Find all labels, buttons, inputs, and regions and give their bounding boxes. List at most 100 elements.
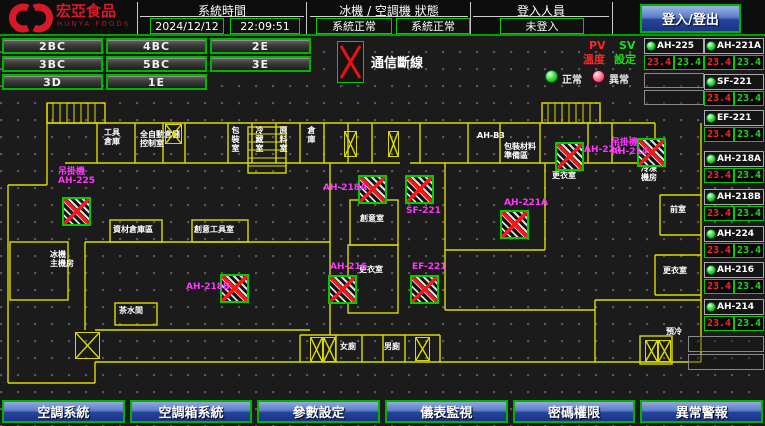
unit-button-ef-221[interactable]: EF-221 <box>704 110 764 126</box>
room-label: 男廁 <box>384 342 400 351</box>
room-label: 創意室 <box>360 214 384 223</box>
unit-run-lamp-icon <box>646 41 656 51</box>
equipment-label-ah-221a: AH-221A <box>504 199 548 208</box>
shaft-icon <box>658 340 671 362</box>
unit-pv-value: 23.4 <box>704 243 734 258</box>
shaft-icon <box>344 131 357 157</box>
shaft-icon <box>415 337 430 361</box>
ahu-icon-ah-216[interactable] <box>328 275 357 304</box>
nav-button-1[interactable]: 空調箱系統 <box>130 400 253 423</box>
room-label: 工具 倉庫 <box>104 128 120 146</box>
unit-sv-value: 23.4 <box>734 279 764 294</box>
equipment-label-ah-216: AH-216 <box>330 263 367 272</box>
room-label: 前室 <box>670 205 686 214</box>
unit-values: 23.423.4 <box>704 168 764 183</box>
unit-values: 23.423.4 <box>704 91 764 106</box>
equipment-label-sf-221: SF-221 <box>406 207 441 216</box>
ahu-icon-sf-221[interactable] <box>405 175 434 204</box>
unit-button-ah-216[interactable]: AH-216 <box>704 262 764 278</box>
unit-run-lamp-icon <box>706 302 716 312</box>
unit-button-ah-218a[interactable]: AH-218A <box>704 151 764 167</box>
unit-button-ah-224[interactable]: AH-224 <box>704 226 764 242</box>
empty-unit-slot <box>688 354 764 370</box>
unit-pv-value: 23.4 <box>704 168 734 183</box>
unit-name-label: AH-225 <box>657 41 694 51</box>
unit-name-label: EF-221 <box>717 113 752 123</box>
shaft-icon <box>310 337 323 362</box>
unit-sv-value: 23.4 <box>734 316 764 331</box>
unit-values: 23.423.4 <box>704 243 764 258</box>
ahu-icon-ah-221a[interactable] <box>500 210 529 239</box>
shaft-icon <box>645 340 658 362</box>
unit-run-lamp-icon <box>706 113 716 123</box>
unit-pv-value: 23.4 <box>704 55 734 70</box>
unit-run-lamp-icon <box>706 265 716 275</box>
unit-pv-value: 23.4 <box>704 127 734 142</box>
unit-values: 23.423.4 <box>704 127 764 142</box>
ahu-icon-ah-224[interactable] <box>555 142 584 171</box>
unit-pv-value: 23.4 <box>704 206 734 221</box>
room-label: 預冷 <box>666 327 682 336</box>
unit-button-ah-214[interactable]: AH-214 <box>704 299 764 315</box>
unit-run-lamp-icon <box>706 77 716 87</box>
room-label: 女廁 <box>340 342 356 351</box>
ahu-icon-ah-225[interactable] <box>62 197 91 226</box>
unit-run-lamp-icon <box>706 154 716 164</box>
room-label: 包裝室 <box>231 126 240 153</box>
nav-button-4[interactable]: 密碼權限 <box>513 400 636 423</box>
unit-name-label: AH-218B <box>717 192 761 202</box>
nav-button-3[interactable]: 儀表監視 <box>385 400 508 423</box>
shaft-icon <box>165 124 182 144</box>
unit-run-lamp-icon <box>706 229 716 239</box>
equipment-label-ef-221: EF-221 <box>412 263 447 272</box>
unit-name-label: AH-221A <box>717 41 761 51</box>
unit-sv-value: 23.4 <box>734 91 764 106</box>
shaft-icon <box>323 337 336 362</box>
unit-values: 23.423.4 <box>704 279 764 294</box>
empty-unit-slot <box>688 336 764 352</box>
room-label: 創意工具室 <box>194 225 234 234</box>
unit-sv-value: 23.4 <box>674 55 704 70</box>
unit-sv-value: 23.4 <box>734 168 764 183</box>
equipment-label-ah-218b: AH-218B <box>186 283 230 292</box>
unit-button-ah-221a[interactable]: AH-221A <box>704 38 764 54</box>
empty-unit-slot <box>644 73 704 88</box>
unit-pv-value: 23.4 <box>644 55 674 70</box>
room-label: 包裝材料 準備區 <box>504 142 536 160</box>
unit-button-ah-225[interactable]: AH-225 <box>644 38 704 54</box>
unit-values: 23.423.4 <box>704 316 764 331</box>
empty-unit-slot <box>644 90 704 105</box>
unit-run-lamp-icon <box>706 41 716 51</box>
unit-values: 23.423.4 <box>644 55 704 70</box>
unit-pv-value: 23.4 <box>704 91 734 106</box>
equipment-label-ah-214: 吊掛機 AH-214 <box>611 139 648 157</box>
room-label: 茶水間 <box>119 306 143 315</box>
unit-button-sf-221[interactable]: SF-221 <box>704 74 764 90</box>
room-label: 冷藏室 <box>255 126 264 153</box>
room-label: 倉庫 <box>307 126 316 144</box>
unit-pv-value: 23.4 <box>704 279 734 294</box>
ahu-icon-ef-221[interactable] <box>410 275 439 304</box>
nav-button-5[interactable]: 異常警報 <box>640 400 763 423</box>
unit-run-lamp-icon <box>706 192 716 202</box>
shaft-icon <box>75 332 100 359</box>
unit-name-label: AH-216 <box>717 265 754 275</box>
unit-name-label: AH-214 <box>717 302 754 312</box>
unit-values: 23.423.4 <box>704 55 764 70</box>
room-label: 原料室 <box>279 126 288 153</box>
unit-button-ah-218b[interactable]: AH-218B <box>704 189 764 205</box>
unit-sv-value: 23.4 <box>734 206 764 221</box>
unit-sv-value: 23.4 <box>734 55 764 70</box>
unit-sv-value: 23.4 <box>734 243 764 258</box>
equipment-label-ah-225: 吊掛機 AH-225 <box>58 168 95 186</box>
room-label: 冰機 主機房 <box>50 250 74 268</box>
unit-sv-value: 23.4 <box>734 127 764 142</box>
equipment-label-ah-218a: AH-218A <box>323 184 367 193</box>
bottom-nav: 空調系統空調箱系統參數設定儀表監視密碼權限異常警報 <box>2 400 763 423</box>
shaft-icon <box>388 131 399 157</box>
room-label: 更衣室 <box>663 266 687 275</box>
nav-button-2[interactable]: 參數設定 <box>257 400 380 423</box>
unit-name-label: AH-218A <box>717 154 761 164</box>
nav-button-0[interactable]: 空調系統 <box>2 400 125 423</box>
room-label: AH-B3 <box>477 131 505 140</box>
